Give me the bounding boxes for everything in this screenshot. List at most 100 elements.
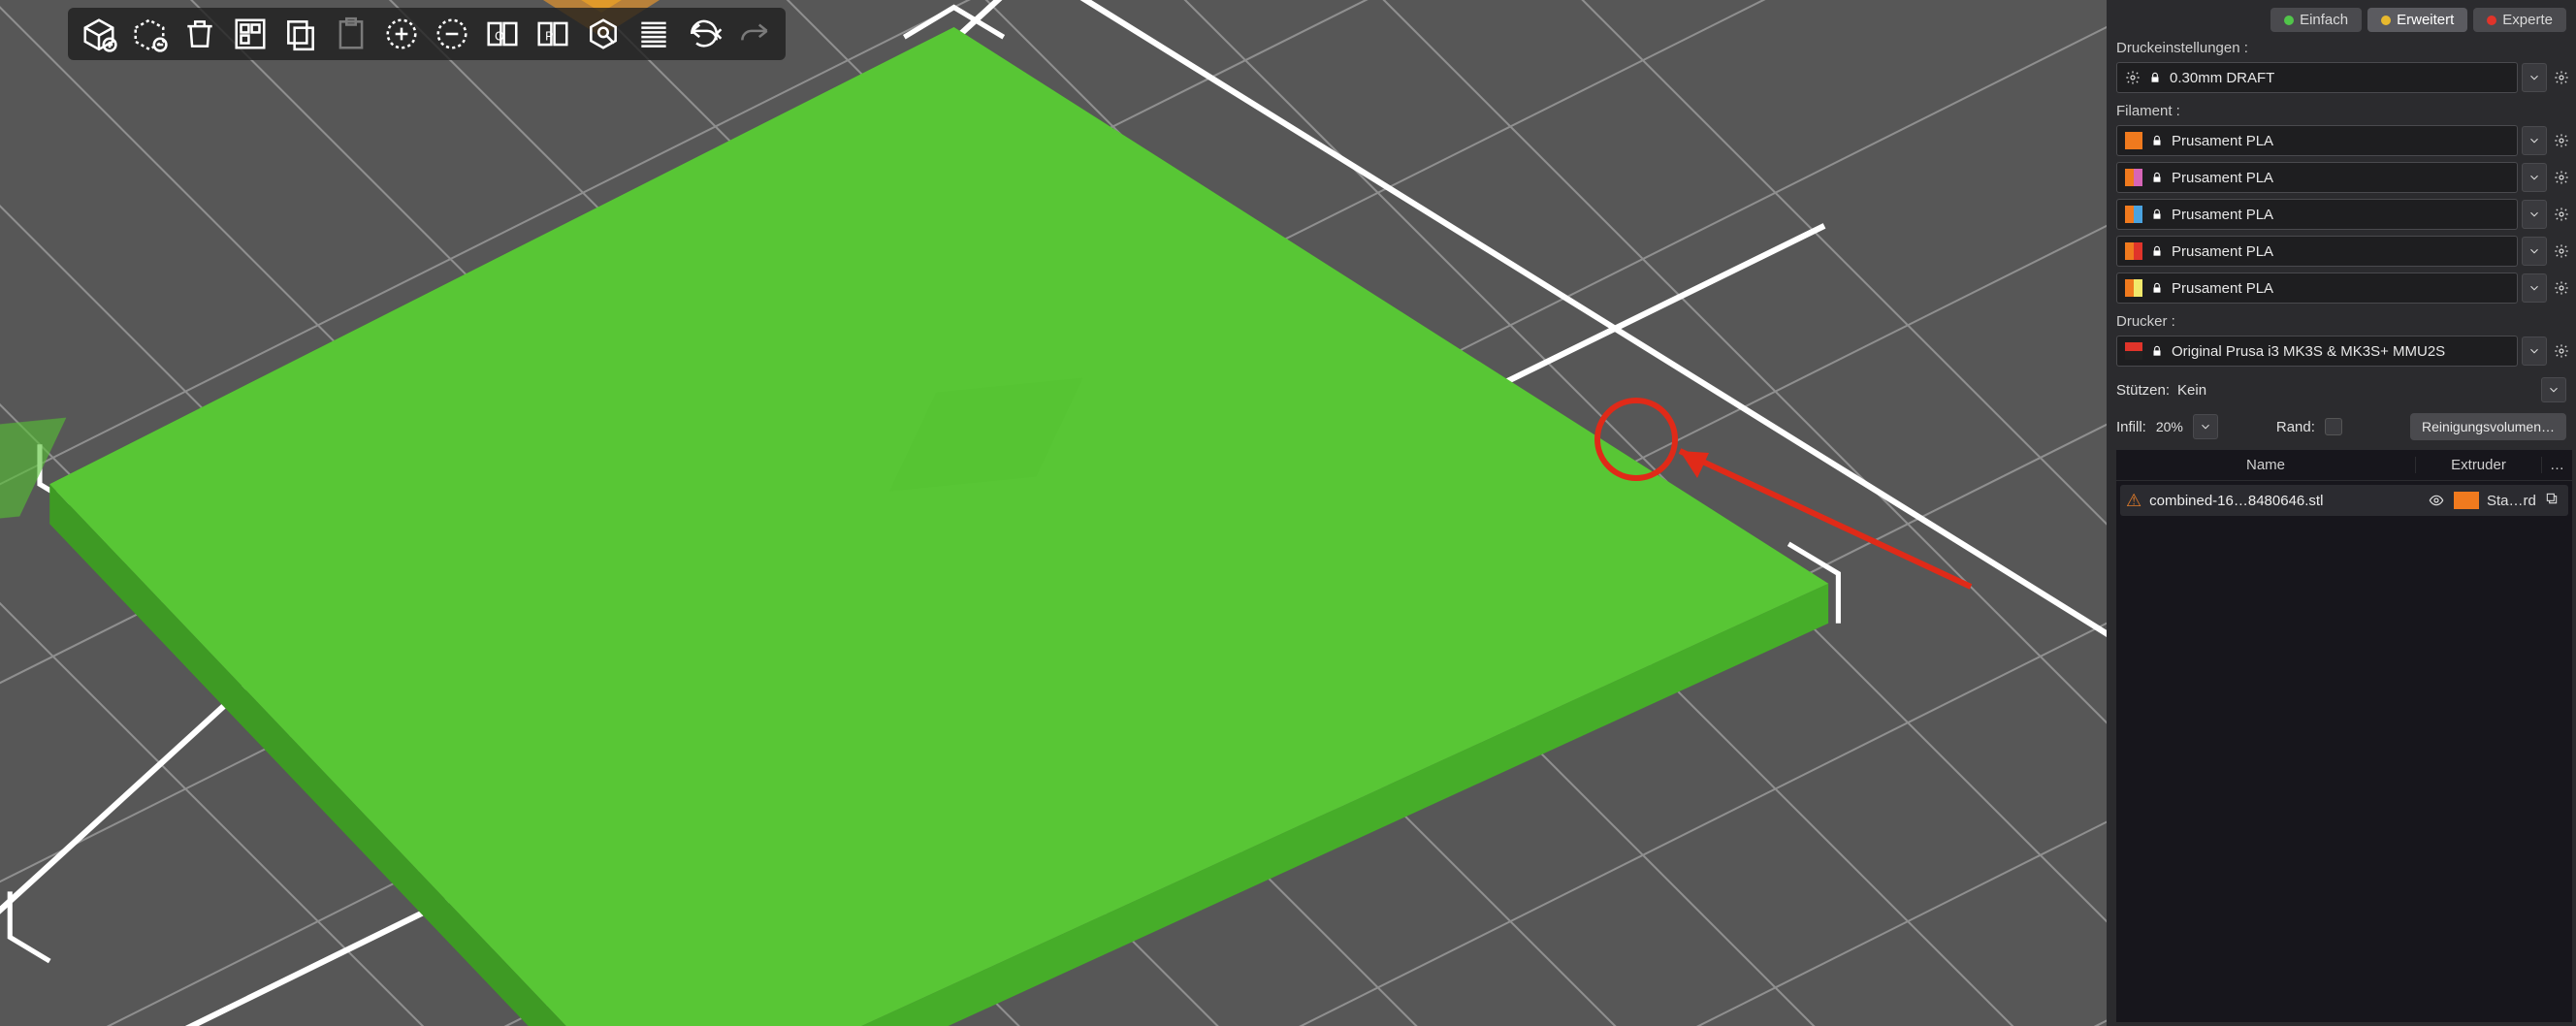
chevron-down-icon xyxy=(2528,134,2541,147)
mode-advanced-button[interactable]: Erweitert xyxy=(2367,8,2467,32)
filament-swatch-icon xyxy=(2125,206,2142,223)
gear-icon xyxy=(2554,70,2569,85)
gear-icon xyxy=(2554,243,2569,259)
object-list-header-extruder: Extruder xyxy=(2415,457,2541,473)
paste-button[interactable] xyxy=(326,12,376,56)
add-object-button[interactable] xyxy=(74,12,124,56)
lock-icon xyxy=(2150,134,2164,147)
chevron-down-icon xyxy=(2528,71,2541,84)
lock-icon xyxy=(2150,171,2164,184)
filament-swatch-icon xyxy=(2125,132,2142,149)
edit-object-icon[interactable] xyxy=(2545,492,2562,509)
filament-edit-button-4[interactable] xyxy=(2551,273,2572,303)
supports-dropdown-button[interactable] xyxy=(2541,377,2566,402)
delete-all-button[interactable] xyxy=(175,12,225,56)
filament-swatch-icon xyxy=(2125,169,2142,186)
chevron-down-icon xyxy=(2547,383,2560,397)
settings-sidebar: Einfach Erweitert Experte Druckeinstellu… xyxy=(2107,0,2576,1026)
variable-layer-button[interactable] xyxy=(628,12,679,56)
filament-label: Filament : xyxy=(2107,99,2576,125)
print-preset-edit-button[interactable] xyxy=(2551,63,2572,92)
filament-select-1[interactable]: Prusament PLA xyxy=(2116,162,2518,193)
mode-simple-button[interactable]: Einfach xyxy=(2270,8,2362,32)
delete-object-button[interactable] xyxy=(124,12,175,56)
print-preset-name: 0.30mm DRAFT xyxy=(2170,70,2274,86)
print-settings-label: Druckeinstellungen : xyxy=(2107,36,2576,62)
printer-preset-dropdown-button[interactable] xyxy=(2522,337,2547,366)
printer-label: Drucker : xyxy=(2107,309,2576,336)
copy-button[interactable] xyxy=(275,12,326,56)
brim-checkbox[interactable] xyxy=(2325,418,2342,435)
filament-edit-button-2[interactable] xyxy=(2551,200,2572,229)
mode-expert-dot-icon xyxy=(2487,16,2496,25)
remove-instance-button[interactable] xyxy=(427,12,477,56)
supports-select[interactable]: Kein xyxy=(2175,376,2535,403)
arrange-button[interactable] xyxy=(225,12,275,56)
infill-value: 20% xyxy=(2156,419,2183,434)
printer-preset-edit-button[interactable] xyxy=(2551,337,2572,366)
brim-label: Rand: xyxy=(2276,419,2315,435)
lock-icon xyxy=(2150,244,2164,258)
lock-icon xyxy=(2150,344,2164,358)
gear-icon xyxy=(2554,280,2569,296)
gear-icon xyxy=(2125,70,2141,85)
filament-name: Prusament PLA xyxy=(2172,207,2273,223)
object-list-header-name: Name xyxy=(2116,457,2415,473)
chevron-down-icon xyxy=(2199,420,2212,433)
redo-button[interactable] xyxy=(729,12,780,56)
filament-dropdown-button-1[interactable] xyxy=(2522,163,2547,192)
add-instance-button[interactable] xyxy=(376,12,427,56)
object-filename: combined-16…8480646.stl xyxy=(2149,493,2419,509)
filament-dropdown-button-2[interactable] xyxy=(2522,200,2547,229)
mode-simple-label: Einfach xyxy=(2300,12,2348,28)
object-list: Name Extruder … ⚠ combined-16…8480646.st… xyxy=(2116,450,2572,1022)
print-preset-dropdown-button[interactable] xyxy=(2522,63,2547,92)
split-objects-button[interactable]: O xyxy=(477,12,528,56)
warning-icon: ⚠ xyxy=(2126,491,2141,511)
search-button[interactable] xyxy=(578,12,628,56)
purge-volumes-button[interactable]: Reinigungsvolumen… xyxy=(2410,413,2566,440)
scene-svg xyxy=(0,0,2107,1026)
lock-icon xyxy=(2150,281,2164,295)
filament-dropdown-button-0[interactable] xyxy=(2522,126,2547,155)
filament-name: Prusament PLA xyxy=(2172,243,2273,260)
filament-name: Prusament PLA xyxy=(2172,170,2273,186)
mode-simple-dot-icon xyxy=(2284,16,2294,25)
extruder-swatch xyxy=(2454,492,2479,509)
filament-edit-button-0[interactable] xyxy=(2551,126,2572,155)
filament-edit-button-3[interactable] xyxy=(2551,237,2572,266)
viewport-3d[interactable]: O P xyxy=(0,0,2107,1026)
chevron-down-icon xyxy=(2528,344,2541,358)
gear-icon xyxy=(2554,170,2569,185)
filament-select-2[interactable]: Prusament PLA xyxy=(2116,199,2518,230)
svg-text:P: P xyxy=(545,29,553,43)
printer-preset-select[interactable]: Original Prusa i3 MK3S & MK3S+ MMU2S xyxy=(2116,336,2518,367)
gear-icon xyxy=(2554,207,2569,222)
object-list-header-menu[interactable]: … xyxy=(2541,457,2572,473)
filament-select-0[interactable]: Prusament PLA xyxy=(2116,125,2518,156)
filament-edit-button-1[interactable] xyxy=(2551,163,2572,192)
print-preset-select[interactable]: 0.30mm DRAFT xyxy=(2116,62,2518,93)
object-list-row[interactable]: ⚠ combined-16…8480646.stl Sta…rd xyxy=(2120,485,2568,516)
split-parts-button[interactable]: P xyxy=(528,12,578,56)
chevron-down-icon xyxy=(2528,171,2541,184)
object-list-header: Name Extruder … xyxy=(2116,450,2572,481)
supports-value: Kein xyxy=(2177,382,2206,399)
undo-button[interactable] xyxy=(679,12,729,56)
gear-icon xyxy=(2554,343,2569,359)
chevron-down-icon xyxy=(2528,208,2541,221)
filament-select-4[interactable]: Prusament PLA xyxy=(2116,273,2518,304)
filament-select-3[interactable]: Prusament PLA xyxy=(2116,236,2518,267)
infill-dropdown-button[interactable] xyxy=(2193,414,2218,439)
supports-label: Stützen: xyxy=(2116,382,2170,399)
mode-expert-label: Experte xyxy=(2502,12,2553,28)
mode-expert-button[interactable]: Experte xyxy=(2473,8,2566,32)
chevron-down-icon xyxy=(2528,244,2541,258)
chevron-down-icon xyxy=(2528,281,2541,295)
annotation-circle xyxy=(1594,398,1678,481)
extruder-label: Sta…rd xyxy=(2487,493,2537,509)
filament-dropdown-button-4[interactable] xyxy=(2522,273,2547,303)
mode-advanced-dot-icon xyxy=(2381,16,2391,25)
filament-dropdown-button-3[interactable] xyxy=(2522,237,2547,266)
visibility-toggle[interactable] xyxy=(2427,493,2446,508)
